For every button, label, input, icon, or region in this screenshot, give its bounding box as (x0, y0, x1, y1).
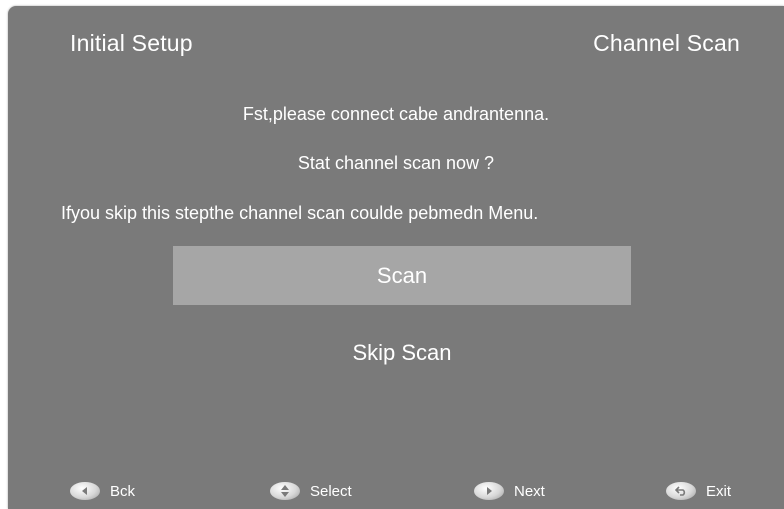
footer-exit-label: Exit (706, 482, 732, 500)
footer-next-hint[interactable]: Next (474, 480, 545, 502)
setup-screen: Initial Setup Channel Scan Fst,please co… (8, 6, 784, 509)
footer-next-label: Next (514, 482, 545, 500)
prompt-start-scan: Stat channel scan now ? (297, 153, 495, 173)
skip-info-text: Ifyou skip this stepthe channel scan cou… (61, 203, 539, 223)
skip-scan-button[interactable]: Skip Scan (173, 323, 631, 382)
return-arrow-icon (666, 482, 696, 500)
page-title: Initial Setup (70, 30, 193, 56)
footer-back-label: Bck (110, 482, 136, 500)
footer-select-hint[interactable]: Select (270, 480, 352, 502)
left-arrow-icon (70, 482, 100, 500)
footer-back-hint[interactable]: Bck (70, 480, 135, 502)
scan-button[interactable]: Scan (173, 246, 631, 305)
section-title: Channel Scan (593, 30, 740, 56)
up-down-arrow-icon (270, 482, 300, 500)
footer-select-label: Select (310, 482, 352, 500)
instruction-connect: Fst,please connect cabe andrantenna. (242, 104, 550, 124)
right-arrow-icon (474, 482, 504, 500)
footer-exit-hint[interactable]: Exit (666, 480, 731, 502)
